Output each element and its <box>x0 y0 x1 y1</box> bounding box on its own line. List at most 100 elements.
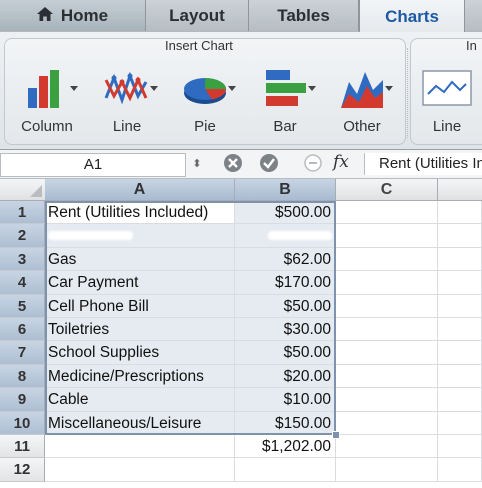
cell-d[interactable] <box>438 458 482 482</box>
cell-d[interactable] <box>438 318 482 342</box>
cell-a[interactable]: Miscellaneous/Leisure <box>45 411 235 435</box>
cell-b[interactable] <box>235 458 336 482</box>
row-header[interactable]: 1 <box>0 201 45 225</box>
pie-chart-button[interactable]: Pie <box>170 68 240 140</box>
column-header-a[interactable]: A <box>45 179 235 200</box>
cell-d[interactable] <box>438 364 482 389</box>
column-chart-label: Column <box>21 118 73 135</box>
cell-b[interactable]: $500.00 <box>235 201 336 225</box>
tab-overflow <box>465 0 482 31</box>
cell-d[interactable] <box>438 388 482 412</box>
cell-c[interactable] <box>336 271 438 295</box>
cell-d[interactable] <box>438 411 482 435</box>
area-chart-icon <box>339 68 385 110</box>
cell-b[interactable]: $50.00 <box>235 341 336 365</box>
cell-c[interactable] <box>336 318 438 342</box>
row-header[interactable]: 12 <box>0 458 45 482</box>
cancel-edit-icon[interactable] <box>222 153 244 175</box>
redaction-mark <box>48 231 133 241</box>
cell-b[interactable]: $62.00 <box>235 247 336 272</box>
cell-c[interactable] <box>336 201 438 225</box>
cell-a[interactable]: Gas <box>45 247 235 272</box>
column-header-c[interactable]: C <box>336 179 438 200</box>
redaction-mark <box>268 231 332 241</box>
cell-b[interactable]: $150.00 <box>235 411 336 435</box>
tab-home-label: Home <box>60 5 109 25</box>
bar-chart-button[interactable]: Bar <box>250 68 320 140</box>
cell-d[interactable] <box>438 271 482 295</box>
cell-c[interactable] <box>336 247 438 272</box>
cell-c[interactable] <box>336 341 438 365</box>
cell-a[interactable]: Toiletries <box>45 318 235 342</box>
name-box-stepper-icon[interactable]: ⬍ <box>186 153 208 175</box>
formula-input[interactable]: Rent (Utilities Included) <box>364 153 482 175</box>
column-chart-dropdown-icon[interactable] <box>70 86 78 91</box>
row-header[interactable]: 4 <box>0 271 45 295</box>
cell-c[interactable] <box>336 435 438 459</box>
cell-d[interactable] <box>438 201 482 225</box>
row-header[interactable]: 2 <box>0 224 45 248</box>
row-header[interactable]: 6 <box>0 318 45 342</box>
insert-sparklines-group-title: In <box>466 38 477 53</box>
column-header-d[interactable] <box>438 179 482 200</box>
row-header[interactable]: 11 <box>0 435 45 459</box>
name-box[interactable]: A1 <box>0 153 186 177</box>
column-chart-icon <box>24 68 70 110</box>
select-all-corner[interactable] <box>0 179 46 200</box>
cell-b[interactable]: $30.00 <box>235 318 336 342</box>
cell-b[interactable]: $1,202.00 <box>235 435 336 459</box>
cell-c[interactable] <box>336 388 438 412</box>
line-chart-button[interactable]: Line <box>92 68 162 140</box>
function-wizard-toggle-icon[interactable] <box>302 153 324 175</box>
bar-chart-label: Bar <box>273 118 297 135</box>
other-chart-dropdown-icon[interactable] <box>385 86 393 91</box>
cell-a[interactable]: Cell Phone Bill <box>45 294 235 318</box>
cell-b[interactable]: $20.00 <box>235 364 336 389</box>
pie-chart-dropdown-icon[interactable] <box>228 86 236 91</box>
tab-charts[interactable]: Charts <box>359 0 465 33</box>
cell-a[interactable]: School Supplies <box>45 341 235 365</box>
sparkline-icon <box>422 68 472 110</box>
bar-chart-dropdown-icon[interactable] <box>308 86 316 91</box>
fill-handle[interactable] <box>332 431 340 439</box>
cell-b[interactable]: $50.00 <box>235 294 336 318</box>
formula-bar: A1 ⬍ fx Rent (Utilities Included) <box>0 150 482 179</box>
insert-function-icon[interactable]: fx <box>333 152 349 172</box>
cell-c[interactable] <box>336 364 438 389</box>
tab-tables[interactable]: Tables <box>249 0 359 31</box>
column-chart-button[interactable]: Column <box>12 68 82 140</box>
cell-a[interactable] <box>45 435 235 459</box>
cell-d[interactable] <box>438 247 482 272</box>
line-chart-dropdown-icon[interactable] <box>150 86 158 91</box>
row-header[interactable]: 5 <box>0 294 45 318</box>
tab-home[interactable]: Home <box>0 0 146 31</box>
tab-charts-label: Charts <box>385 6 439 26</box>
cell-c[interactable] <box>336 294 438 318</box>
cell-a[interactable]: Car Payment <box>45 271 235 295</box>
cell-d[interactable] <box>438 294 482 318</box>
cell-c[interactable] <box>336 458 438 482</box>
row-header[interactable]: 3 <box>0 247 45 272</box>
cell-a[interactable]: Cable <box>45 388 235 412</box>
row-header[interactable]: 8 <box>0 364 45 389</box>
cell-c[interactable] <box>336 224 438 248</box>
confirm-edit-icon[interactable] <box>258 153 280 175</box>
cell-b[interactable]: $10.00 <box>235 388 336 412</box>
other-chart-button[interactable]: Other <box>327 68 397 140</box>
row-header[interactable]: 10 <box>0 411 45 435</box>
column-header-b[interactable]: B <box>235 179 336 200</box>
cell-d[interactable] <box>438 341 482 365</box>
cell-d[interactable] <box>438 435 482 459</box>
cell-b[interactable]: $170.00 <box>235 271 336 295</box>
row-header[interactable]: 7 <box>0 341 45 365</box>
cell-a[interactable] <box>45 458 235 482</box>
cell-a[interactable]: Rent (Utilities Included) <box>45 201 235 225</box>
cell-d[interactable] <box>438 224 482 248</box>
cell-a[interactable]: Medicine/Prescriptions <box>45 364 235 389</box>
tab-layout[interactable]: Layout <box>146 0 249 31</box>
sparkline-line-button[interactable]: Line <box>412 68 482 140</box>
cell-c[interactable] <box>336 411 438 435</box>
tab-tables-label: Tables <box>277 5 330 25</box>
row-header[interactable]: 9 <box>0 388 45 412</box>
sparkline-line-label: Line <box>432 118 462 135</box>
